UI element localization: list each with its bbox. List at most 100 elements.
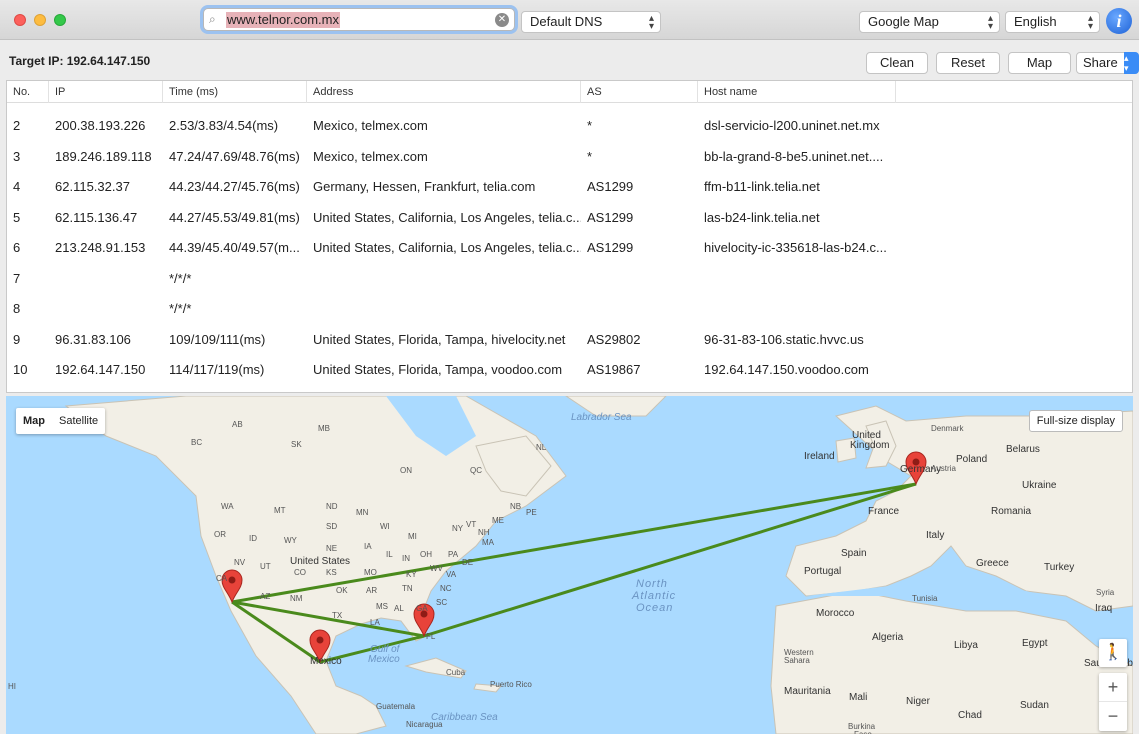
fullsize-display-button[interactable]: Full-size display [1028, 410, 1123, 432]
map-type-toggle: Map Satellite [16, 408, 106, 434]
cell-no: 7 [13, 270, 21, 286]
street-view-pegman-icon[interactable]: 🚶 [1099, 639, 1127, 667]
cell-no: 10 [13, 362, 28, 377]
map-provider-value: Google Map [868, 14, 939, 29]
map-label-ukraine: Ukraine [1022, 480, 1057, 491]
map-label-western-sahara-2: Sahara [784, 656, 810, 665]
map-label-romania: Romania [991, 506, 1032, 517]
map-label-nm: NM [290, 594, 303, 603]
minimize-window-button[interactable] [34, 14, 46, 26]
map-label-ne: NE [326, 544, 338, 553]
table-row[interactable]: 2 200.38.193.226 2.53/3.83/4.54(ms) Mexico,… [7, 111, 1132, 141]
map-label-mn: MN [356, 508, 369, 517]
map-label-belarus: Belarus [1006, 444, 1040, 455]
column-header-time[interactable]: Time (ms) [163, 81, 307, 103]
table-row[interactable]: 8 */*/* [7, 294, 1132, 324]
close-window-button[interactable] [14, 14, 26, 26]
search-input[interactable]: ⌕ www.telnor.com.mx ✕ [203, 8, 515, 31]
map-label-ga: GA [416, 604, 428, 613]
map-label-denmark: Denmark [931, 424, 964, 433]
table-row[interactable]: 5 62.115.136.47 44.27/45.53/49.81(ms) Unite… [7, 203, 1132, 233]
column-header-host[interactable]: Host name [698, 81, 896, 103]
cell-ip: 189.246.189.118 [55, 148, 152, 164]
map-label-morocco: Morocco [816, 608, 855, 619]
zoom-control: + − [1099, 673, 1127, 731]
dns-select[interactable]: Default DNS ▴ ▾ [521, 11, 661, 33]
map-label-portugal: Portugal [804, 566, 842, 577]
clear-search-icon[interactable]: ✕ [495, 13, 509, 27]
cell-time: */*/* [169, 301, 192, 316]
cell-no: 4 [13, 179, 21, 194]
share-button[interactable]: Share ▴ ▾ [1076, 52, 1139, 74]
map-label-nl: NL [536, 443, 547, 452]
table-row[interactable]: 10 192.64.147.150 114/117/119(ms) United St… [7, 355, 1132, 385]
map-label-syria: Syria [1096, 588, 1115, 597]
map-label-spain: Spain [841, 548, 867, 559]
map-label-bc: BC [191, 438, 203, 447]
maximize-window-button[interactable] [54, 14, 66, 26]
map-label-tn: TN [402, 584, 413, 593]
zoom-out-button[interactable]: − [1099, 702, 1127, 731]
cell-no: 2 [13, 118, 21, 133]
map-label-cuba: Cuba [446, 668, 466, 677]
cell-host: dsl-servicio-l200.uninet.net.mx [704, 118, 880, 133]
table-row[interactable]: 3 189.246.189.118 47.24/47.69/48.76(ms) Mex… [7, 142, 1132, 172]
cell-host [704, 264, 904, 294]
map-label-la: LA [370, 618, 380, 627]
zoom-in-button[interactable]: + [1099, 673, 1127, 702]
table-row[interactable]: 4 62.115.32.37 44.23/44.27/45.76(ms) German… [7, 172, 1132, 202]
map-label-hi: HI [8, 682, 16, 691]
column-header-ip[interactable]: IP [49, 81, 163, 103]
language-value: English [1014, 14, 1057, 29]
map-label-labrador-sea: Labrador Sea [571, 412, 632, 423]
cell-address: Mexico, telmex.com [313, 118, 428, 133]
map-label-nb: NB [510, 502, 522, 511]
column-header-as[interactable]: AS [581, 81, 698, 103]
column-header-address[interactable]: Address [307, 81, 581, 103]
title-bar: ⌕ www.telnor.com.mx ✕ Default DNS ▴ ▾ Goo… [0, 0, 1139, 40]
map-label-de: DE [462, 558, 474, 567]
cell-ip: 62.115.32.37 [55, 179, 130, 194]
map-label-nd: ND [326, 502, 338, 511]
table-row[interactable]: 6 213.248.91.153 44.39/45.40/49.57(m... Uni… [7, 233, 1132, 263]
map-label-niger: Niger [906, 696, 930, 707]
map-type-satellite-button[interactable]: Satellite [52, 408, 105, 434]
cell-time: 114/117/119(ms) [169, 362, 265, 377]
cell-ip: 213.248.91.153 [55, 240, 146, 255]
map-label-france: France [868, 506, 900, 517]
clean-button[interactable]: Clean [866, 52, 928, 74]
map-label-north-atlantic-2: Atlantic [632, 590, 677, 602]
map-label-puerto-rico: Puerto Rico [490, 680, 532, 689]
cell-as: AS1299 [587, 240, 634, 255]
map-provider-select[interactable]: Google Map ▴ ▾ [859, 11, 1000, 33]
map-label-mexico: Mexico [310, 656, 342, 667]
map-label-me: ME [492, 516, 504, 525]
map-label-egypt: Egypt [1022, 638, 1048, 649]
map-button[interactable]: Map [1008, 52, 1071, 74]
route-map[interactable]: Labrador Sea North Atlantic Ocean Gulf of Mex… [6, 396, 1133, 734]
cell-as: AS29802 [587, 331, 641, 347]
info-button[interactable]: i [1106, 8, 1132, 34]
language-select[interactable]: English ▴ ▾ [1005, 11, 1100, 33]
dns-select-value: Default DNS [530, 14, 603, 29]
updown-chevron-icon: ▴ ▾ [987, 13, 993, 32]
cell-host: 192.64.147.150.voodoo.com [704, 362, 869, 377]
table-row[interactable]: 9 96.31.83.106 109/109/111(ms) United State… [7, 325, 1132, 355]
reset-button[interactable]: Reset [936, 52, 1000, 74]
map-label-al: AL [394, 604, 404, 613]
map-label-nc: NC [440, 584, 452, 593]
map-type-map-button[interactable]: Map [16, 408, 52, 434]
target-ip-value: 192.64.147.150 [66, 54, 151, 68]
map-label-mi: MI [408, 532, 417, 541]
cell-no: 6 [13, 240, 21, 255]
map-label-sc: SC [436, 598, 448, 607]
column-header-no[interactable]: No. [7, 81, 49, 103]
table-row[interactable]: 7 */*/* [7, 264, 1132, 294]
cell-ip: 192.64.147.150 [55, 362, 146, 377]
map-label-fl: FL [426, 632, 436, 641]
map-label-united-kingdom-2: Kingdom [850, 440, 890, 451]
table-header: No. IP Time (ms) Address AS Host name [7, 81, 1132, 103]
cell-host: hivelocity-ic-335618-las-b24.c... [704, 240, 887, 255]
map-label-co: CO [294, 568, 306, 577]
cell-no: 9 [13, 331, 21, 347]
